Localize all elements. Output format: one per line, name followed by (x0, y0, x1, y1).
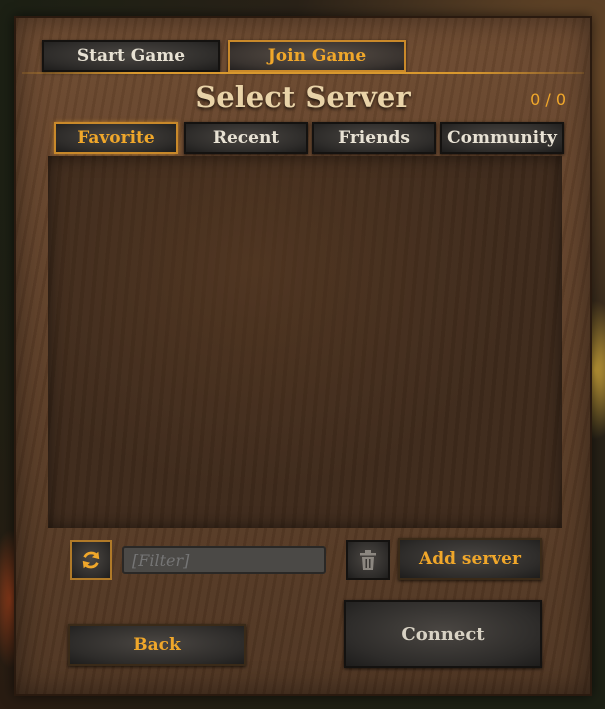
tab-favorite[interactable]: Favorite (54, 122, 178, 154)
tab-friends[interactable]: Friends (312, 122, 436, 154)
tab-favorite-label: Favorite (77, 128, 155, 148)
server-browser-panel: Start Game Join Game Select Server 0 / 0… (14, 16, 592, 696)
add-server-label: Add server (419, 549, 521, 569)
refresh-icon (82, 551, 100, 569)
server-count: 0 / 0 (530, 90, 566, 109)
tab-recent[interactable]: Recent (184, 122, 308, 154)
tab-friends-label: Friends (338, 128, 410, 148)
tab-recent-label: Recent (212, 128, 280, 148)
back-label: Back (133, 635, 181, 655)
server-list[interactable] (48, 156, 562, 528)
tab-start-game[interactable]: Start Game (42, 40, 220, 72)
header-divider (22, 72, 584, 74)
tab-community-label: Community (447, 128, 557, 148)
trash-icon (360, 550, 376, 570)
delete-server-button[interactable] (346, 540, 390, 580)
tab-join-game-label: Join Game (267, 46, 367, 66)
page-title: Select Server (195, 80, 411, 114)
tab-join-game[interactable]: Join Game (228, 40, 406, 72)
filter-input[interactable] (122, 546, 326, 574)
back-button[interactable]: Back (68, 624, 246, 666)
tab-start-game-label: Start Game (76, 46, 186, 66)
add-server-button[interactable]: Add server (398, 538, 542, 580)
connect-label: Connect (401, 623, 485, 645)
tab-community[interactable]: Community (440, 122, 564, 154)
refresh-button[interactable] (70, 540, 112, 580)
connect-button[interactable]: Connect (344, 600, 542, 668)
